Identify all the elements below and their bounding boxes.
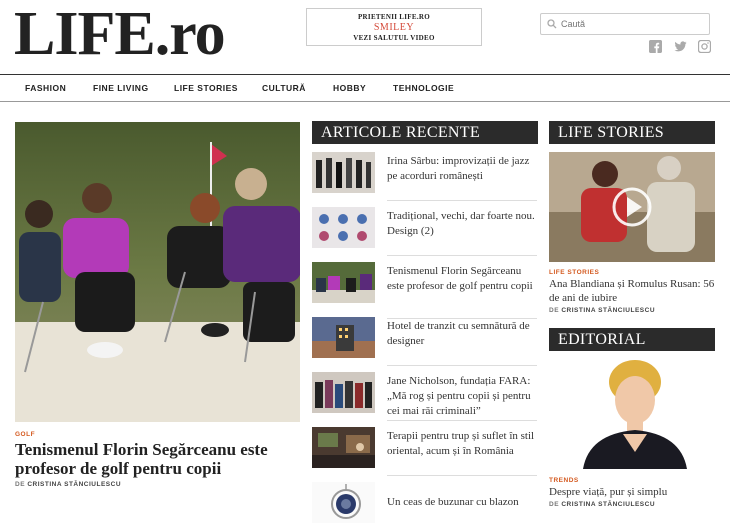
divider — [387, 420, 537, 421]
hero-byline: DE CRISTINA STĂNCIULESCU — [15, 481, 121, 488]
main-nav: FASHION FINE LIVING LIFE STORIES CULTURĂ… — [0, 74, 730, 102]
nav-item-fine-living[interactable]: FINE LIVING — [93, 83, 149, 93]
editorial-category[interactable]: TRENDS — [549, 477, 579, 484]
twitter-icon[interactable] — [674, 40, 687, 53]
article-thumbnail[interactable] — [312, 262, 375, 303]
article-title[interactable]: Un ceas de buzunar cu blazon — [387, 495, 539, 510]
article-title[interactable]: Tradițional, vechi, dar foarte nou. Desi… — [387, 209, 539, 239]
article-thumbnail[interactable] — [312, 207, 375, 248]
facebook-icon[interactable] — [649, 40, 662, 53]
logo-main: LIFE — [14, 0, 156, 68]
life-stories-category[interactable]: LIFE STORIES — [549, 269, 599, 276]
nav-item-hobby[interactable]: HOBBY — [333, 83, 366, 93]
editorial-image[interactable] — [549, 356, 715, 469]
life-stories-heading: LIFE STORIES — [549, 121, 715, 144]
byline-prefix: DE — [15, 481, 26, 488]
search-box — [540, 13, 710, 35]
hero-title[interactable]: Tenismenul Florin Segărceanu este profes… — [15, 440, 305, 478]
site-logo[interactable]: LIFE.ro — [14, 0, 226, 68]
divider — [387, 255, 537, 256]
divider — [387, 475, 537, 476]
promo-line-2: SMILEY — [373, 22, 415, 33]
instagram-icon[interactable] — [697, 39, 712, 54]
logo-domain: .ro — [154, 0, 226, 68]
article-thumbnail[interactable] — [312, 317, 375, 358]
recent-heading: ARTICOLE RECENTE — [312, 121, 538, 144]
life-stories-byline: DE CRISTINA STĂNCIULESCU — [549, 307, 655, 314]
editorial-heading: EDITORIAL — [549, 328, 715, 351]
article-title[interactable]: Tenismenul Florin Segărceanu este profes… — [387, 264, 539, 294]
editorial-title[interactable]: Despre viață, pur și simplu — [549, 485, 715, 499]
life-stories-video[interactable] — [549, 152, 715, 262]
life-stories-title[interactable]: Ana Blandiana și Romulus Rusan: 56 de an… — [549, 277, 715, 305]
article-title[interactable]: Hotel de tranzit cu semnătură de designe… — [387, 319, 539, 349]
search-icon[interactable] — [547, 19, 557, 29]
hero-category[interactable]: GOLF — [15, 431, 35, 438]
promo-line-1: PRIETENII LIFE.RO — [357, 13, 430, 21]
article-thumbnail[interactable] — [312, 482, 375, 523]
article-title[interactable]: Irina Sârbu: improvizații de jazz pe aco… — [387, 154, 539, 184]
article-thumbnail[interactable] — [312, 372, 375, 413]
byline-prefix: DE — [549, 307, 560, 314]
nav-item-life-stories[interactable]: LIFE STORIES — [174, 83, 238, 93]
nav-item-tehnologie[interactable]: TEHNOLOGIE — [393, 83, 454, 93]
nav-item-cultura[interactable]: CULTURĂ — [262, 83, 306, 93]
byline-prefix: DE — [549, 501, 560, 508]
byline-author[interactable]: CRISTINA STĂNCIULESCU — [561, 307, 655, 314]
article-title[interactable]: Jane Nicholson, fundația FARA: „Mă rog ș… — [387, 374, 539, 419]
search-input[interactable] — [561, 16, 701, 32]
promo-banner[interactable]: PRIETENII LIFE.RO SMILEY VEZI SALUTUL VI… — [306, 8, 482, 46]
article-title[interactable]: Terapii pentru trup și suflet în stil or… — [387, 429, 539, 459]
nav-item-fashion[interactable]: FASHION — [25, 83, 66, 93]
hero-image[interactable] — [15, 122, 300, 422]
divider — [387, 365, 537, 366]
editorial-byline: DE CRISTINA STĂNCIULESCU — [549, 501, 655, 508]
byline-author[interactable]: CRISTINA STĂNCIULESCU — [27, 481, 121, 488]
byline-author[interactable]: CRISTINA STĂNCIULESCU — [561, 501, 655, 508]
promo-line-3: VEZI SALUTUL VIDEO — [353, 34, 435, 42]
divider — [387, 200, 537, 201]
article-thumbnail[interactable] — [312, 152, 375, 193]
article-thumbnail[interactable] — [312, 427, 375, 468]
